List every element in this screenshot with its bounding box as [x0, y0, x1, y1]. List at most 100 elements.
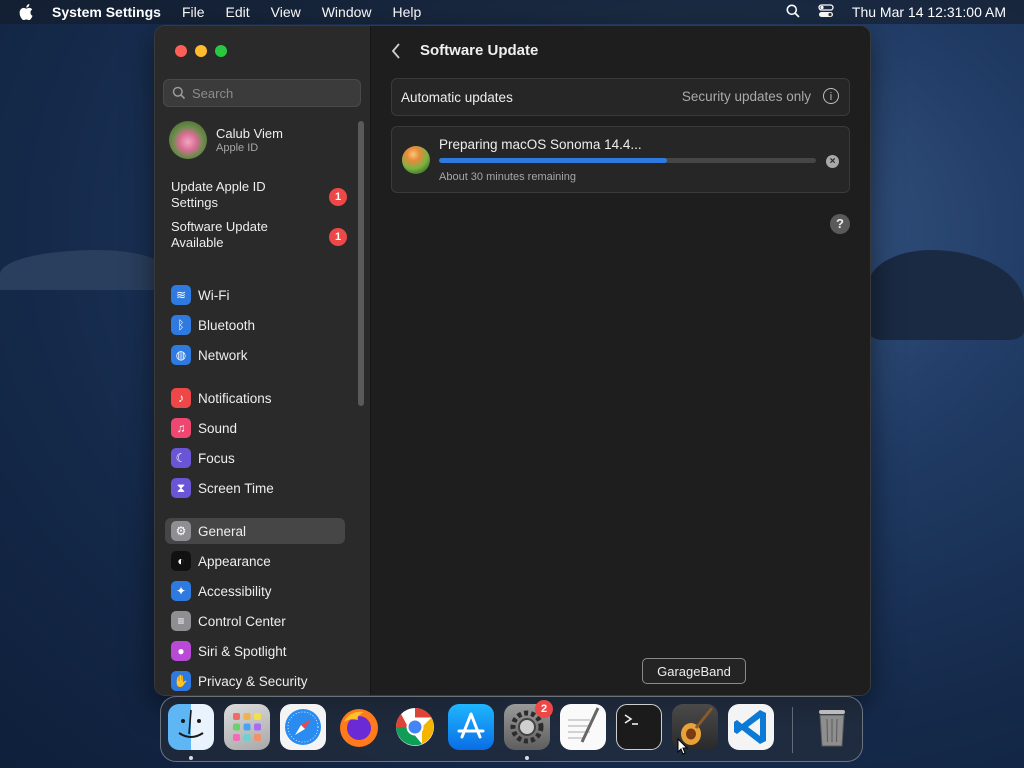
- sidebar-item-accessibility[interactable]: ✦ Accessibility: [165, 578, 345, 604]
- cancel-update-icon[interactable]: ×: [826, 155, 839, 168]
- control-center-icon[interactable]: [818, 3, 834, 21]
- app-store-dock-icon[interactable]: [448, 704, 494, 750]
- time-remaining: About 30 minutes remaining: [439, 171, 576, 183]
- search-placeholder: Search: [192, 85, 234, 101]
- automatic-updates-row[interactable]: Automatic updates Security updates only …: [391, 78, 850, 116]
- sidebar-item-sound[interactable]: ♫ Sound: [165, 415, 345, 441]
- notice-badge: 1: [329, 228, 347, 246]
- firefox-dock-icon[interactable]: [336, 704, 382, 750]
- update-progress-card: Preparing macOS Sonoma 14.4... About 30 …: [391, 126, 850, 193]
- textedit-dock-icon[interactable]: [560, 704, 606, 750]
- menu-help[interactable]: Help: [393, 4, 422, 20]
- sidebar-item-label: Siri & Spotlight: [198, 643, 287, 659]
- update-name: Preparing macOS Sonoma 14.4...: [439, 137, 642, 152]
- sidebar-item-siri-spotlight[interactable]: ● Siri & Spotlight: [165, 638, 345, 664]
- appearance-icon: ◐: [171, 551, 191, 571]
- sidebar-item-label: Notifications: [198, 390, 272, 406]
- macos-sonoma-icon: [402, 146, 430, 174]
- notice-label: Update Apple ID Settings: [171, 179, 266, 210]
- accessibility-icon: ✦: [171, 581, 191, 601]
- running-indicator: [189, 756, 193, 760]
- sidebar-item-wi-fi[interactable]: ≋ Wi-Fi: [165, 282, 345, 308]
- sidebar-item-label: Accessibility: [198, 583, 272, 599]
- moon-icon: ☾: [171, 448, 191, 468]
- help-button[interactable]: ?: [830, 214, 850, 234]
- sidebar-scrollbar[interactable]: [358, 121, 364, 406]
- speaker-icon: ♫: [171, 418, 191, 438]
- sidebar-item-screen-time[interactable]: ⧗ Screen Time: [165, 475, 345, 501]
- menu-view[interactable]: View: [271, 4, 301, 20]
- sidebar-item-control-center[interactable]: ≡ Control Center: [165, 608, 345, 634]
- sidebar-item-label: Control Center: [198, 613, 286, 629]
- sidebar-item-bluetooth[interactable]: ᛒ Bluetooth: [165, 312, 345, 338]
- gear-icon: ⚙: [171, 521, 191, 541]
- chevron-left-icon: [391, 43, 400, 59]
- avatar: [169, 121, 207, 159]
- hand-icon: ✋: [171, 671, 191, 691]
- zoom-window-button[interactable]: [215, 45, 227, 57]
- menu-window[interactable]: Window: [322, 4, 372, 20]
- toggles-icon: ≡: [171, 611, 191, 631]
- sidebar: Search Calub Viem Apple ID Update Apple …: [155, 26, 371, 695]
- automatic-updates-value: Security updates only: [681, 89, 811, 104]
- software-update-notice[interactable]: Software Update Available 1: [171, 219, 361, 251]
- page-title: Software Update: [420, 42, 539, 59]
- window-controls: [175, 45, 235, 57]
- notice-label: Software Update Available: [171, 219, 268, 250]
- launchpad-dock-icon[interactable]: [224, 704, 270, 750]
- sidebar-item-label: Sound: [198, 420, 238, 436]
- vscode-dock-icon[interactable]: [728, 704, 774, 750]
- menu-bar: System Settings File Edit View Window He…: [0, 0, 1024, 24]
- progress-fill: [439, 158, 668, 163]
- sidebar-item-label: Appearance: [198, 553, 271, 569]
- sidebar-item-label: Wi-Fi: [198, 287, 230, 303]
- sidebar-item-general[interactable]: ⚙ General: [165, 518, 345, 544]
- wifi-icon: ≋: [171, 285, 191, 305]
- settings-window: Search Calub Viem Apple ID Update Apple …: [154, 25, 871, 696]
- wallpaper-rock: [868, 250, 1024, 340]
- menu-file[interactable]: File: [182, 4, 205, 20]
- menubar-clock[interactable]: Thu Mar 14 12:31:00 AM: [852, 4, 1006, 20]
- finder-dock-icon[interactable]: [168, 704, 214, 750]
- spotlight-search-icon[interactable]: [786, 4, 800, 21]
- mouse-cursor-icon: [677, 738, 689, 755]
- chrome-dock-icon[interactable]: [392, 704, 438, 750]
- bluetooth-icon: ᛒ: [171, 315, 191, 335]
- wallpaper-rock: [0, 250, 160, 290]
- info-icon[interactable]: i: [823, 88, 839, 104]
- settings-dock-badge: 2: [535, 700, 553, 718]
- search-field[interactable]: Search: [163, 79, 361, 107]
- sidebar-item-appearance[interactable]: ◐ Appearance: [165, 548, 345, 574]
- update-progress-bar: [439, 158, 816, 163]
- safari-dock-icon[interactable]: [280, 704, 326, 750]
- bell-icon: ♪: [171, 388, 191, 408]
- apple-id-profile[interactable]: Calub Viem Apple ID: [169, 119, 359, 161]
- sidebar-item-notifications[interactable]: ♪ Notifications: [165, 385, 345, 411]
- menu-edit[interactable]: Edit: [226, 4, 250, 20]
- minimize-window-button[interactable]: [195, 45, 207, 57]
- dock: 2: [160, 696, 863, 762]
- running-indicator: [525, 756, 529, 760]
- sidebar-item-privacy-security[interactable]: ✋ Privacy & Security: [165, 668, 345, 694]
- update-apple-id-notice[interactable]: Update Apple ID Settings 1: [171, 179, 361, 211]
- main-pane: Software Update Automatic updates Securi…: [371, 26, 870, 695]
- close-window-button[interactable]: [175, 45, 187, 57]
- search-icon: [172, 86, 186, 100]
- sidebar-item-network[interactable]: ◍ Network: [165, 342, 345, 368]
- app-menu[interactable]: System Settings: [52, 4, 161, 20]
- sidebar-item-focus[interactable]: ☾ Focus: [165, 445, 345, 471]
- terminal-dock-icon[interactable]: [616, 704, 662, 750]
- back-button[interactable]: [391, 42, 405, 60]
- siri-icon: ●: [171, 641, 191, 661]
- hourglass-icon: ⧗: [171, 478, 191, 498]
- sidebar-item-label: Bluetooth: [198, 317, 256, 333]
- apple-menu-icon[interactable]: [18, 4, 34, 20]
- sidebar-item-label: Screen Time: [198, 480, 274, 496]
- profile-subtitle: Apple ID: [216, 142, 259, 154]
- sidebar-item-label: Privacy & Security: [198, 673, 308, 689]
- globe-icon: ◍: [171, 345, 191, 365]
- dock-tooltip: GarageBand: [642, 658, 746, 684]
- sidebar-item-label: Network: [198, 347, 248, 363]
- dock-separator: [792, 707, 793, 753]
- trash-dock-icon[interactable]: [809, 704, 855, 750]
